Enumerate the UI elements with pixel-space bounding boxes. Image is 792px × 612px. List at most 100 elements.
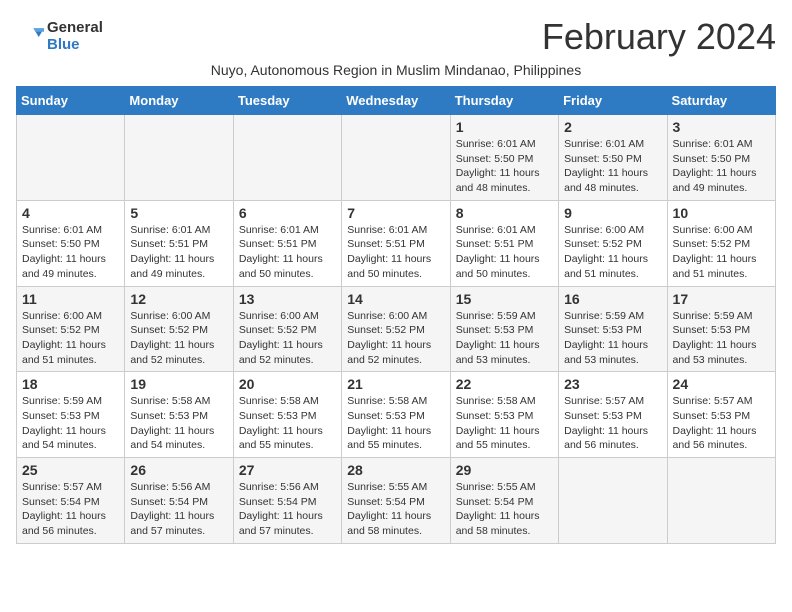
weekday-header: Tuesday — [233, 87, 341, 115]
day-info: Sunrise: 6:01 AMSunset: 5:50 PMDaylight:… — [564, 137, 661, 196]
day-info: Sunrise: 6:00 AMSunset: 5:52 PMDaylight:… — [564, 223, 661, 282]
day-number: 25 — [22, 462, 119, 478]
calendar-cell: 26 Sunrise: 5:56 AMSunset: 5:54 PMDayligh… — [125, 458, 233, 544]
header: General Blue February 2024 — [16, 16, 776, 58]
day-info: Sunrise: 5:59 AMSunset: 5:53 PMDaylight:… — [673, 309, 770, 368]
calendar-cell: 13Sunrise: 6:00 AMSunset: 5:52 PMDayligh… — [233, 286, 341, 372]
calendar-cell: 19 Sunrise: 5:58 AMSunset: 5:53 PMDayligh… — [125, 372, 233, 458]
logo-general-text: General — [47, 20, 103, 37]
day-number: 29 — [456, 462, 553, 478]
day-info: Sunrise: 5:59 AMSunset: 5:53 PMDaylight:… — [22, 394, 119, 453]
weekday-header: Friday — [559, 87, 667, 115]
day-info: Sunrise: 6:01 AMSunset: 5:51 PMDaylight:… — [456, 223, 553, 282]
calendar-cell — [342, 115, 450, 201]
day-number: 7 — [347, 205, 444, 221]
day-number: 14 — [347, 291, 444, 307]
day-info: Sunrise: 5:56 AMSunset: 5:54 PMDaylight:… — [239, 480, 336, 539]
day-number: 20 — [239, 376, 336, 392]
calendar-cell: 4 Sunrise: 6:01 AMSunset: 5:50 PMDaylight… — [17, 200, 125, 286]
calendar-week-row: 4 Sunrise: 6:01 AMSunset: 5:50 PMDaylight… — [17, 200, 776, 286]
calendar-cell: 27 Sunrise: 5:56 AMSunset: 5:54 PMDayligh… — [233, 458, 341, 544]
calendar-cell: 23 Sunrise: 5:57 AMSunset: 5:53 PMDayligh… — [559, 372, 667, 458]
day-info: Sunrise: 5:57 AMSunset: 5:54 PMDaylight:… — [22, 480, 119, 539]
day-info: Sunrise: 5:58 AMSunset: 5:53 PMDaylight:… — [130, 394, 227, 453]
day-info: Sunrise: 5:55 AMSunset: 5:54 PMDaylight:… — [347, 480, 444, 539]
day-number: 5 — [130, 205, 227, 221]
day-info: Sunrise: 6:01 AMSunset: 5:50 PMDaylight:… — [456, 137, 553, 196]
calendar-cell: 18 Sunrise: 5:59 AMSunset: 5:53 PMDayligh… — [17, 372, 125, 458]
calendar-header: SundayMondayTuesdayWednesdayThursdayFrid… — [17, 87, 776, 115]
day-number: 28 — [347, 462, 444, 478]
calendar-cell: 9 Sunrise: 6:00 AMSunset: 5:52 PMDaylight… — [559, 200, 667, 286]
calendar-cell: 20Sunrise: 5:58 AMSunset: 5:53 PMDayligh… — [233, 372, 341, 458]
day-info: Sunrise: 6:00 AMSunset: 5:52 PMDaylight:… — [673, 223, 770, 282]
calendar-cell: 29Sunrise: 5:55 AMSunset: 5:54 PMDayligh… — [450, 458, 558, 544]
calendar-cell — [559, 458, 667, 544]
day-info: Sunrise: 5:58 AMSunset: 5:53 PMDaylight:… — [456, 394, 553, 453]
calendar-cell: 2 Sunrise: 6:01 AMSunset: 5:50 PMDaylight… — [559, 115, 667, 201]
day-info: Sunrise: 6:01 AMSunset: 5:50 PMDaylight:… — [22, 223, 119, 282]
day-number: 11 — [22, 291, 119, 307]
calendar-cell: 1 Sunrise: 6:01 AMSunset: 5:50 PMDaylight… — [450, 115, 558, 201]
calendar-cell: 11 Sunrise: 6:00 AMSunset: 5:52 PMDayligh… — [17, 286, 125, 372]
day-number: 26 — [130, 462, 227, 478]
day-info: Sunrise: 5:58 AMSunset: 5:53 PMDaylight:… — [347, 394, 444, 453]
calendar-week-row: 1 Sunrise: 6:01 AMSunset: 5:50 PMDaylight… — [17, 115, 776, 201]
day-number: 1 — [456, 119, 553, 135]
day-info: Sunrise: 5:59 AMSunset: 5:53 PMDaylight:… — [564, 309, 661, 368]
day-info: Sunrise: 6:01 AMSunset: 5:51 PMDaylight:… — [347, 223, 444, 282]
weekday-row: SundayMondayTuesdayWednesdayThursdayFrid… — [17, 87, 776, 115]
calendar-cell: 28 Sunrise: 5:55 AMSunset: 5:54 PMDayligh… — [342, 458, 450, 544]
logo-blue-text: Blue — [47, 37, 103, 54]
weekday-header: Monday — [125, 87, 233, 115]
day-info: Sunrise: 5:59 AMSunset: 5:53 PMDaylight:… — [456, 309, 553, 368]
calendar-cell: 22 Sunrise: 5:58 AMSunset: 5:53 PMDayligh… — [450, 372, 558, 458]
calendar-cell: 6 Sunrise: 6:01 AMSunset: 5:51 PMDaylight… — [233, 200, 341, 286]
calendar-cell: 7 Sunrise: 6:01 AMSunset: 5:51 PMDaylight… — [342, 200, 450, 286]
day-number: 2 — [564, 119, 661, 135]
day-number: 4 — [22, 205, 119, 221]
logo: General Blue — [16, 20, 103, 53]
day-number: 12 — [130, 291, 227, 307]
logo-icon — [16, 23, 44, 51]
calendar-week-row: 18 Sunrise: 5:59 AMSunset: 5:53 PMDayligh… — [17, 372, 776, 458]
day-number: 18 — [22, 376, 119, 392]
calendar-cell: 16Sunrise: 5:59 AMSunset: 5:53 PMDayligh… — [559, 286, 667, 372]
month-title: February 2024 — [542, 16, 776, 58]
weekday-header: Thursday — [450, 87, 558, 115]
day-number: 10 — [673, 205, 770, 221]
day-number: 8 — [456, 205, 553, 221]
day-number: 19 — [130, 376, 227, 392]
day-info: Sunrise: 6:01 AMSunset: 5:51 PMDaylight:… — [239, 223, 336, 282]
logo-text: General Blue — [47, 20, 103, 53]
day-info: Sunrise: 6:00 AMSunset: 5:52 PMDaylight:… — [239, 309, 336, 368]
day-info: Sunrise: 6:00 AMSunset: 5:52 PMDaylight:… — [130, 309, 227, 368]
day-number: 23 — [564, 376, 661, 392]
calendar-cell: 3Sunrise: 6:01 AMSunset: 5:50 PMDaylight… — [667, 115, 775, 201]
day-info: Sunrise: 6:00 AMSunset: 5:52 PMDaylight:… — [22, 309, 119, 368]
day-info: Sunrise: 5:57 AMSunset: 5:53 PMDaylight:… — [673, 394, 770, 453]
day-info: Sunrise: 6:00 AMSunset: 5:52 PMDaylight:… — [347, 309, 444, 368]
calendar-cell: 21Sunrise: 5:58 AMSunset: 5:53 PMDayligh… — [342, 372, 450, 458]
day-number: 22 — [456, 376, 553, 392]
day-number: 27 — [239, 462, 336, 478]
day-number: 6 — [239, 205, 336, 221]
day-info: Sunrise: 5:56 AMSunset: 5:54 PMDaylight:… — [130, 480, 227, 539]
day-number: 9 — [564, 205, 661, 221]
calendar-cell — [17, 115, 125, 201]
day-number: 15 — [456, 291, 553, 307]
calendar-cell: 25 Sunrise: 5:57 AMSunset: 5:54 PMDayligh… — [17, 458, 125, 544]
day-info: Sunrise: 6:01 AMSunset: 5:51 PMDaylight:… — [130, 223, 227, 282]
weekday-header: Wednesday — [342, 87, 450, 115]
calendar-cell: 24Sunrise: 5:57 AMSunset: 5:53 PMDayligh… — [667, 372, 775, 458]
calendar-cell: 10 Sunrise: 6:00 AMSunset: 5:52 PMDayligh… — [667, 200, 775, 286]
calendar-cell: 14 Sunrise: 6:00 AMSunset: 5:52 PMDayligh… — [342, 286, 450, 372]
calendar-cell: 12 Sunrise: 6:00 AMSunset: 5:52 PMDayligh… — [125, 286, 233, 372]
calendar-week-row: 25 Sunrise: 5:57 AMSunset: 5:54 PMDayligh… — [17, 458, 776, 544]
calendar-cell: 17Sunrise: 5:59 AMSunset: 5:53 PMDayligh… — [667, 286, 775, 372]
day-info: Sunrise: 5:57 AMSunset: 5:53 PMDaylight:… — [564, 394, 661, 453]
weekday-header: Saturday — [667, 87, 775, 115]
calendar-cell — [125, 115, 233, 201]
subtitle: Nuyo, Autonomous Region in Muslim Mindan… — [16, 62, 776, 78]
calendar-body: 1 Sunrise: 6:01 AMSunset: 5:50 PMDaylight… — [17, 115, 776, 544]
